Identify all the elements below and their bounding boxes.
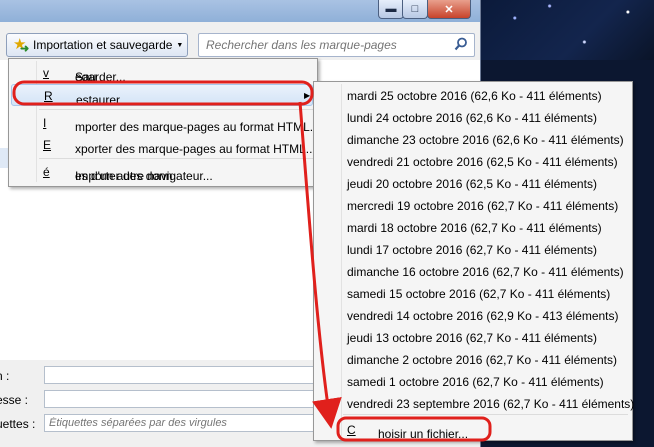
chevron-right-icon: ▶ <box>304 91 311 100</box>
menu-item-import-html[interactable]: Importer des marque-pages au format HTML… <box>11 112 320 134</box>
backup-item[interactable]: lundi 24 octobre 2016 (62,6 Ko - 411 élé… <box>316 107 628 129</box>
backup-item[interactable]: dimanche 16 octobre 2016 (62,7 Ko - 411 … <box>316 261 628 283</box>
backup-item[interactable]: mercredi 19 octobre 2016 (62,7 Ko - 411 … <box>316 195 628 217</box>
backup-item-label: jeudi 13 octobre 2016 (62,7 Ko - 411 élé… <box>347 331 597 345</box>
menu-separator <box>39 109 313 110</box>
address-label: esse : <box>0 393 29 407</box>
name-label: n : <box>0 369 10 383</box>
backup-item[interactable]: dimanche 2 octobre 2016 (62,7 Ko - 411 é… <box>316 349 628 371</box>
import-backup-button[interactable]: ★ ➜ Importation et sauvegarde ▼ <box>6 33 188 57</box>
close-icon: ✕ <box>444 3 454 16</box>
minimize-icon: ▬ <box>385 3 397 15</box>
tags-field[interactable] <box>44 414 314 432</box>
import-backup-menu: Sau v egarder... Restaurer ▶ Importer des … <box>8 58 320 187</box>
toolbar: ★ ➜ Importation et sauvegarde ▼ <box>0 31 480 59</box>
desktop-background <box>480 0 654 60</box>
backup-item[interactable]: vendredi 23 septembre 2016 (62,7 Ko - 41… <box>316 393 634 415</box>
backup-item-label: dimanche 16 octobre 2016 (62,7 Ko - 411 … <box>347 265 624 279</box>
restore-submenu: mardi 25 octobre 2016 (62,6 Ko - 411 élé… <box>313 81 634 441</box>
close-button[interactable]: ✕ <box>427 0 471 19</box>
title-bar: ▬ □ ✕ <box>0 0 480 22</box>
maximize-button[interactable]: □ <box>402 0 428 19</box>
tags-label: uettes : <box>0 417 36 431</box>
backup-item-label: lundi 17 octobre 2016 (62,7 Ko - 411 élé… <box>347 243 597 257</box>
backup-item-label: samedi 1 octobre 2016 (62,7 Ko - 411 élé… <box>347 375 604 389</box>
chevron-down-icon: ▼ <box>176 41 184 49</box>
menu-item-import-browser[interactable]: Importer des donn é es d'un autre navigate… <box>11 161 313 183</box>
backup-item-label: jeudi 20 octobre 2016 (62,5 Ko - 411 élé… <box>347 177 597 191</box>
menu-item-export-html[interactable]: Exporter des marque-pages au format HTML… <box>11 134 316 156</box>
backup-item[interactable]: samedi 15 octobre 2016 (62,7 Ko - 411 él… <box>316 283 628 305</box>
backup-item[interactable]: lundi 17 octobre 2016 (62,7 Ko - 411 élé… <box>316 239 628 261</box>
search-box[interactable] <box>198 33 475 57</box>
backup-item-label: dimanche 2 octobre 2016 (62,7 Ko - 411 é… <box>347 353 617 367</box>
backup-item-label: mardi 25 octobre 2016 (62,6 Ko - 411 élé… <box>347 89 602 103</box>
backup-item[interactable]: samedi 1 octobre 2016 (62,7 Ko - 411 élé… <box>316 371 628 393</box>
import-backup-label: Importation et sauvegarde <box>33 38 173 52</box>
menu-separator <box>39 158 313 159</box>
backup-item-label: vendredi 21 octobre 2016 (62,5 Ko - 411 … <box>347 155 618 169</box>
backup-item[interactable]: dimanche 23 octobre 2016 (62,6 Ko - 411 … <box>316 129 628 151</box>
search-icon[interactable] <box>454 37 470 54</box>
backup-item[interactable]: vendredi 14 octobre 2016 (62,9 Ko - 413 … <box>316 305 628 327</box>
backup-item-label: lundi 24 octobre 2016 (62,6 Ko - 411 élé… <box>347 111 597 125</box>
import-star-icon: ★ ➜ <box>13 36 30 55</box>
backup-item[interactable]: vendredi 21 octobre 2016 (62,5 Ko - 411 … <box>316 151 628 173</box>
backup-item[interactable]: mardi 18 octobre 2016 (62,7 Ko - 411 élé… <box>316 217 628 239</box>
menu-item-restore[interactable]: Restaurer ▶ <box>11 84 313 107</box>
menu-separator <box>343 414 628 415</box>
backup-item-label: mardi 18 octobre 2016 (62,7 Ko - 411 élé… <box>347 221 602 235</box>
choose-file-item[interactable]: Choisir un fichier... <box>316 419 628 441</box>
backup-item-label: samedi 15 octobre 2016 (62,7 Ko - 411 él… <box>347 287 611 301</box>
name-field[interactable] <box>44 366 314 384</box>
address-field[interactable] <box>44 390 314 408</box>
backup-item[interactable]: jeudi 20 octobre 2016 (62,5 Ko - 411 élé… <box>316 173 628 195</box>
backup-item-label: vendredi 23 septembre 2016 (62,7 Ko - 41… <box>347 397 635 411</box>
backup-item[interactable]: mardi 25 octobre 2016 (62,6 Ko - 411 élé… <box>316 85 628 107</box>
backup-item-label: dimanche 23 octobre 2016 (62,6 Ko - 411 … <box>347 133 624 147</box>
menu-item-backup[interactable]: Sau v egarder... <box>11 62 313 84</box>
backup-item-label: vendredi 14 octobre 2016 (62,9 Ko - 413 … <box>347 309 619 323</box>
maximize-icon: □ <box>411 3 419 15</box>
minimize-button[interactable]: ▬ <box>378 0 404 19</box>
search-input[interactable] <box>204 35 454 55</box>
backup-item[interactable]: jeudi 13 octobre 2016 (62,7 Ko - 411 élé… <box>316 327 628 349</box>
backup-item-label: mercredi 19 octobre 2016 (62,7 Ko - 411 … <box>347 199 619 213</box>
